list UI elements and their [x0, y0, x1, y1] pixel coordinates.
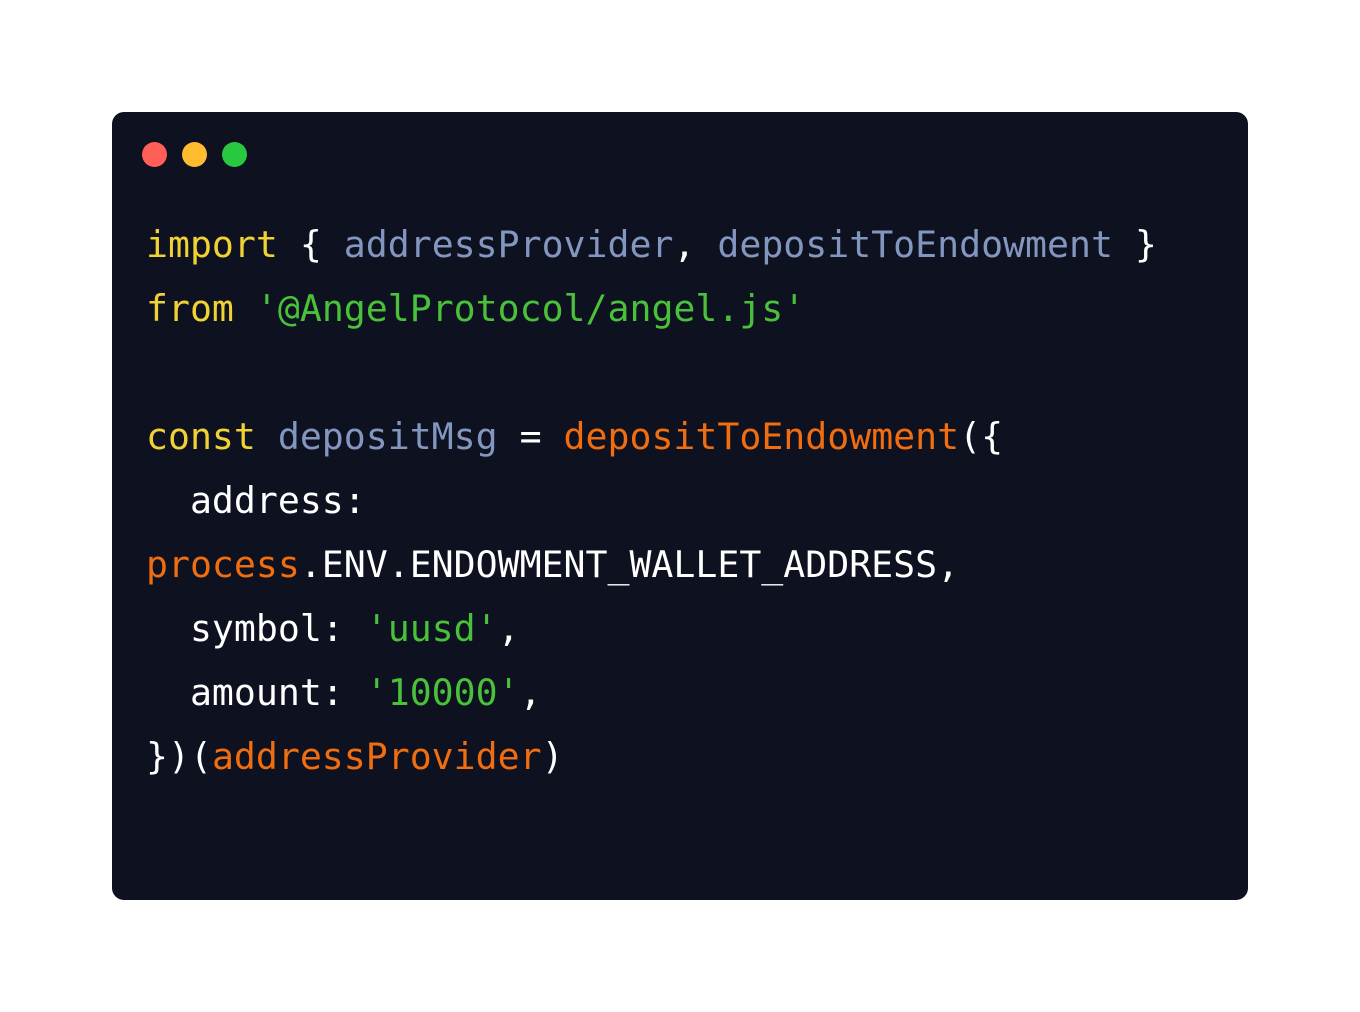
- key-symbol: symbol:: [146, 607, 366, 650]
- punct-paren-brace: ({: [959, 415, 1004, 458]
- close-dot-icon[interactable]: [142, 142, 167, 167]
- punct-brace-close: }: [1112, 223, 1157, 266]
- argument-address-provider: addressProvider: [211, 735, 542, 778]
- operator-equals: =: [497, 415, 564, 458]
- punct-paren-close: ): [541, 735, 564, 778]
- minimize-dot-icon[interactable]: [182, 142, 207, 167]
- key-amount: amount:: [146, 671, 366, 714]
- string-uusd: 'uusd': [365, 607, 498, 650]
- code-line-3-empty: [146, 341, 1157, 405]
- code-line-9: })(addressProvider): [146, 725, 1157, 789]
- code-line-8: amount: '10000',: [146, 661, 1157, 725]
- punct-comma: ,: [497, 607, 520, 650]
- punct-brace-open: {: [277, 223, 344, 266]
- code-block: import { addressProvider, depositToEndow…: [146, 213, 1157, 789]
- code-line-7: symbol: 'uusd',: [146, 597, 1157, 661]
- keyword-from: from: [146, 287, 234, 330]
- code-line-2: from '@AngelProtocol/angel.js': [146, 277, 1157, 341]
- maximize-dot-icon[interactable]: [222, 142, 247, 167]
- code-line-5: address:: [146, 469, 1157, 533]
- punct-close-call: })(: [146, 735, 212, 778]
- env-wallet-address: .ENV.ENDOWMENT_WALLET_ADDRESS,: [299, 543, 960, 586]
- object-process: process: [146, 543, 300, 586]
- punct-comma: ,: [519, 671, 542, 714]
- code-window: import { addressProvider, depositToEndow…: [112, 112, 1248, 900]
- identifier-deposit-msg: depositMsg: [277, 415, 498, 458]
- string-module-path: '@AngelProtocol/angel.js': [255, 287, 806, 330]
- keyword-const: const: [146, 415, 256, 458]
- function-deposit-to-endowment: depositToEndowment: [563, 415, 960, 458]
- code-line-4: const depositMsg = depositToEndowment({: [146, 405, 1157, 469]
- punct-comma: ,: [673, 223, 718, 266]
- string-amount: '10000': [365, 671, 520, 714]
- window-controls: [142, 142, 247, 167]
- code-line-1: import { addressProvider, depositToEndow…: [146, 213, 1157, 277]
- identifier-address-provider: addressProvider: [343, 223, 674, 266]
- code-line-6: process.ENV.ENDOWMENT_WALLET_ADDRESS,: [146, 533, 1157, 597]
- keyword-import: import: [146, 223, 278, 266]
- identifier-deposit-to-endowment: depositToEndowment: [717, 223, 1113, 266]
- key-address: address:: [146, 479, 366, 522]
